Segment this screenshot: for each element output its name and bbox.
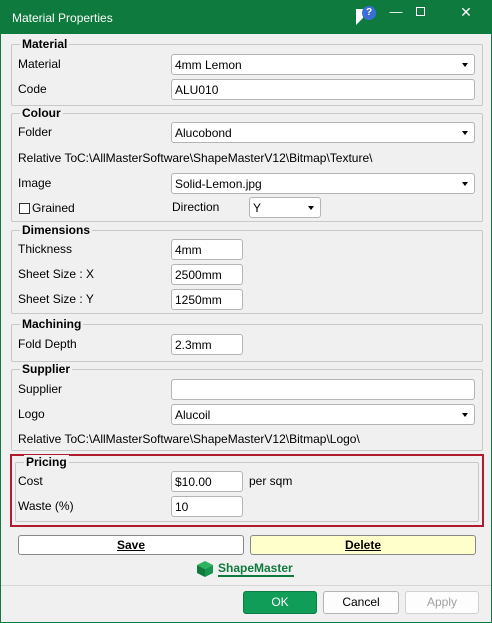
sheet-size-x-field[interactable]: 2500mm [171, 264, 243, 285]
texture-relative-to-label: Relative To [18, 151, 78, 165]
maximize-icon [415, 7, 425, 16]
supplier-group-title: Supplier [20, 362, 73, 376]
cost-field[interactable]: $10.00 [171, 471, 243, 492]
sheet-size-y-label: Sheet Size : Y [18, 292, 94, 306]
cancel-button[interactable]: Cancel [323, 591, 399, 614]
save-button[interactable]: Save [18, 535, 244, 555]
grained-checkbox[interactable] [19, 203, 30, 214]
thickness-field[interactable]: 4mm [171, 239, 243, 260]
window-title: Material Properties [12, 11, 113, 25]
texture-relative-to-path: C:\AllMasterSoftware\ShapeMasterV12\Bitm… [77, 151, 373, 165]
dimensions-group-title: Dimensions [20, 223, 93, 237]
brand-underline [218, 575, 294, 577]
supplier-field[interactable] [171, 379, 475, 400]
brand-name-shape: Shape [218, 561, 255, 575]
folder-select-value: Alucobond [175, 126, 232, 140]
brand-name: ShapeMaster [218, 561, 293, 575]
fold-depth-label: Fold Depth [18, 337, 77, 351]
material-select-value: 4mm Lemon [175, 58, 242, 72]
direction-select[interactable]: Y [249, 197, 321, 218]
title-bar: Material Properties ? — ✕ [0, 0, 492, 34]
direction-select-value: Y [253, 201, 262, 215]
supplier-label: Supplier [18, 382, 63, 396]
code-label: Code [18, 82, 47, 96]
logo-select-value: Alucoil [175, 408, 211, 422]
material-group-title: Material [20, 37, 70, 51]
cube-logo-icon [197, 561, 213, 577]
image-select[interactable]: Solid-Lemon.jpg [171, 173, 475, 194]
cost-unit: per sqm [249, 474, 293, 488]
sheet-size-x-label: Sheet Size : X [18, 267, 95, 281]
close-button[interactable]: ✕ [446, 5, 486, 23]
ok-button[interactable]: OK [243, 591, 317, 614]
machining-group-title: Machining [20, 317, 84, 331]
maximize-button[interactable] [400, 5, 440, 23]
logo-select[interactable]: Alucoil [171, 404, 475, 425]
sheet-size-y-field[interactable]: 1250mm [171, 289, 243, 310]
machining-group: Machining [11, 317, 483, 362]
folder-select[interactable]: Alucobond [171, 122, 475, 143]
close-icon: ✕ [460, 4, 472, 20]
logo-relative-to-path: C:\AllMasterSoftware\ShapeMasterV12\Bitm… [77, 432, 360, 446]
chevron-down-icon [462, 131, 468, 135]
image-select-value: Solid-Lemon.jpg [175, 177, 262, 191]
image-label: Image [18, 176, 52, 190]
direction-label: Direction [172, 200, 220, 214]
pricing-group: Pricing [15, 455, 479, 522]
colour-group-title: Colour [20, 106, 63, 120]
delete-button[interactable]: Delete [250, 535, 476, 555]
grained-label: Grained [32, 201, 75, 215]
code-field[interactable]: ALU010 [171, 79, 475, 100]
apply-button[interactable]: Apply [405, 591, 479, 614]
footer-divider [1, 585, 491, 586]
chevron-down-icon [462, 182, 468, 186]
brand-name-master: Master [254, 561, 293, 575]
logo-label: Logo [18, 407, 45, 421]
chevron-down-icon [308, 206, 314, 210]
help-icon[interactable]: ? [362, 6, 376, 20]
chevron-down-icon [462, 413, 468, 417]
pricing-group-title: Pricing [24, 455, 69, 469]
dialog-content: Material Material 4mm Lemon Code ALU010 … [0, 34, 492, 623]
thickness-label: Thickness [18, 242, 73, 256]
cost-label: Cost [18, 474, 43, 488]
folder-label: Folder [18, 125, 53, 139]
material-select[interactable]: 4mm Lemon [171, 54, 475, 75]
waste-label: Waste (%) [18, 499, 74, 513]
material-label: Material [18, 57, 61, 71]
logo-relative-to-label: Relative To [18, 432, 78, 446]
chevron-down-icon [462, 63, 468, 67]
fold-depth-field[interactable]: 2.3mm [171, 334, 243, 355]
waste-field[interactable]: 10 [171, 496, 243, 517]
